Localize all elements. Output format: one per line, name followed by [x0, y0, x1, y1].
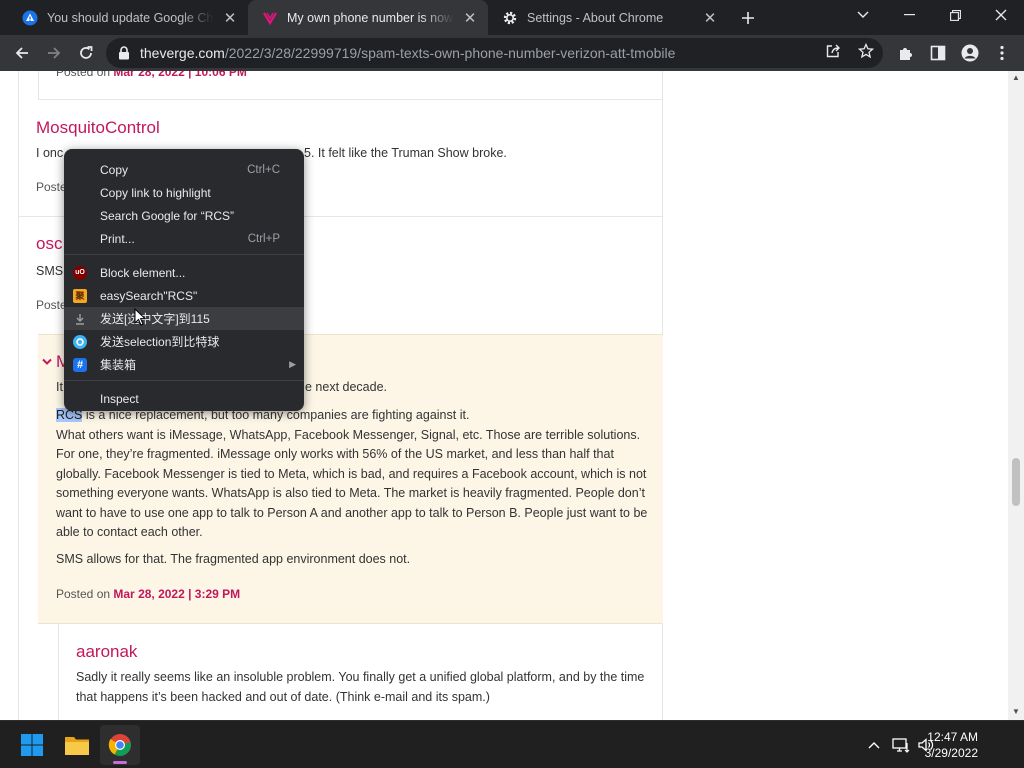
comment-author[interactable]: aaronak	[76, 642, 137, 662]
comment-text-end: e next decade.	[305, 380, 388, 394]
tab-the-verge[interactable]: My own phone number is now spamming me ✕	[248, 0, 488, 35]
back-button[interactable]	[8, 39, 36, 67]
menu-separator	[64, 380, 304, 381]
scrollbar-thumb[interactable]	[1012, 458, 1020, 506]
the-verge-icon	[262, 10, 278, 26]
close-icon[interactable]: ✕	[460, 8, 480, 28]
network-icon[interactable]	[891, 735, 911, 755]
scroll-up-arrow-icon[interactable]: ▲	[1012, 74, 1020, 82]
comment-divider	[38, 99, 663, 100]
posted-date[interactable]: Mar 28, 2022 | 3:29 PM	[113, 587, 240, 601]
easysearch-icon: 聚	[73, 288, 87, 303]
tab-title: My own phone number is now spamming me	[287, 10, 454, 25]
menu-separator	[64, 254, 304, 255]
hash-icon: #	[73, 357, 87, 372]
taskbar-clock[interactable]: 12:47 AM 3/29/2022	[925, 729, 978, 761]
comment-author[interactable]: MosquitoControl	[36, 118, 160, 138]
chevron-up-icon[interactable]	[864, 735, 884, 755]
comment-text-start: I onc	[36, 146, 64, 160]
windows-logo-icon	[20, 733, 44, 757]
chrome-taskbar-button[interactable]	[100, 725, 140, 765]
kebab-menu-icon[interactable]	[992, 43, 1012, 63]
close-icon[interactable]: ✕	[700, 8, 720, 28]
active-app-indicator	[113, 761, 127, 764]
bitball-icon	[73, 334, 87, 349]
comment-paragraph: What others want is iMessage, WhatsApp, …	[56, 427, 648, 540]
posted-line: Posted on Mar 28, 2022 | 3:29 PM	[56, 587, 241, 601]
browser-toolbar: theverge.com/2022/3/28/22999719/spam-tex…	[0, 35, 1024, 71]
tab-chrome-update[interactable]: You should update Google Chrome ✕	[8, 0, 248, 35]
context-menu: Copy Ctrl+C Copy link to highlight Searc…	[64, 149, 304, 411]
start-button[interactable]	[12, 725, 52, 765]
ublock-origin-icon: uO	[73, 265, 87, 280]
close-window-button[interactable]	[978, 0, 1024, 30]
tab-search-button[interactable]	[840, 0, 886, 30]
comment-text-start: It	[56, 380, 63, 394]
extensions-puzzle-icon[interactable]	[896, 43, 916, 63]
tab-strip: You should update Google Chrome ✕ My own…	[0, 0, 1024, 35]
menu-item-easysearch[interactable]: 聚 easySearch"RCS"	[64, 284, 304, 307]
bookmark-star-icon[interactable]	[857, 42, 875, 60]
submenu-arrow-icon: ▶	[289, 359, 296, 369]
download-arrow-icon	[73, 312, 87, 326]
posted-line: Poste	[36, 180, 67, 194]
address-bar[interactable]: theverge.com/2022/3/28/22999719/spam-tex…	[106, 38, 883, 68]
posted-line: Poste	[36, 298, 67, 312]
tab-title: Settings - About Chrome	[527, 10, 664, 25]
chrome-logo-icon	[108, 733, 132, 757]
scroll-down-arrow-icon[interactable]: ▼	[1012, 708, 1020, 716]
menu-item-copy-link-to-highlight[interactable]: Copy link to highlight	[64, 181, 304, 204]
menu-item-print[interactable]: Print... Ctrl+P	[64, 227, 304, 250]
forward-button[interactable]	[40, 39, 68, 67]
page-scrollbar[interactable]: ▲ ▼	[1008, 71, 1024, 720]
comment-text: Sadly it really seems like an insoluble …	[76, 670, 645, 704]
comment-text-end: 5. It felt like the Truman Show broke.	[304, 146, 507, 160]
folder-icon	[64, 734, 90, 756]
settings-gear-icon	[502, 10, 518, 26]
posted-line: Posted on Mar 28, 2022 | 10:06 PM	[56, 71, 247, 79]
nested-border	[58, 624, 59, 720]
menu-item-block-element[interactable]: uO Block element...	[64, 261, 304, 284]
menu-item-send-to-115[interactable]: 发送[选中文字]到115	[64, 307, 304, 330]
nested-border	[38, 71, 39, 99]
tab-title: You should update Google Chrome	[47, 10, 214, 25]
close-icon[interactable]: ✕	[220, 8, 240, 28]
shortcut-label: Ctrl+C	[247, 163, 280, 176]
posted-date[interactable]: Mar 28, 2022 | 10:06 PM	[113, 71, 246, 79]
minimize-button[interactable]	[886, 0, 932, 30]
restore-button[interactable]	[932, 0, 978, 30]
menu-item-copy[interactable]: Copy Ctrl+C	[64, 158, 304, 181]
url-text: theverge.com/2022/3/28/22999719/spam-tex…	[140, 45, 883, 61]
clock-time: 12:47 AM	[927, 730, 978, 744]
profile-avatar-icon[interactable]	[960, 43, 980, 63]
clock-date: 3/29/2022	[924, 746, 978, 760]
chrome-update-icon	[22, 10, 38, 26]
menu-item-send-to-bitball[interactable]: 发送selection到比特球	[64, 330, 304, 353]
comment-paragraph: SMS allows for that. The fragmented app …	[56, 552, 411, 566]
menu-item-container[interactable]: # 集装箱 ▶	[64, 353, 304, 376]
share-icon[interactable]	[824, 42, 842, 60]
comment-text: SMS	[36, 264, 64, 278]
tab-settings-about-chrome[interactable]: Settings - About Chrome ✕	[488, 0, 728, 35]
url-host: theverge.com	[140, 45, 225, 61]
thread-border-left	[18, 71, 19, 720]
comment-author[interactable]: osc	[36, 234, 62, 254]
windows-taskbar: 12:47 AM 3/29/2022	[0, 720, 1024, 768]
reload-button[interactable]	[72, 39, 100, 67]
new-tab-button[interactable]	[736, 6, 760, 30]
lock-icon[interactable]	[118, 46, 130, 60]
comment-text: RCS is a nice replacement, but too many …	[56, 408, 648, 540]
file-explorer-button[interactable]	[57, 725, 97, 765]
side-panel-icon[interactable]	[928, 43, 948, 63]
collapse-chevron-icon[interactable]	[42, 355, 52, 369]
mouse-pointer-icon	[134, 307, 147, 331]
url-path: /2022/3/28/22999719/spam-texts-own-phone…	[224, 45, 676, 61]
menu-item-inspect[interactable]: Inspect	[64, 387, 304, 410]
shortcut-label: Ctrl+P	[247, 232, 280, 245]
menu-item-search-google[interactable]: Search Google for “RCS”	[64, 204, 304, 227]
